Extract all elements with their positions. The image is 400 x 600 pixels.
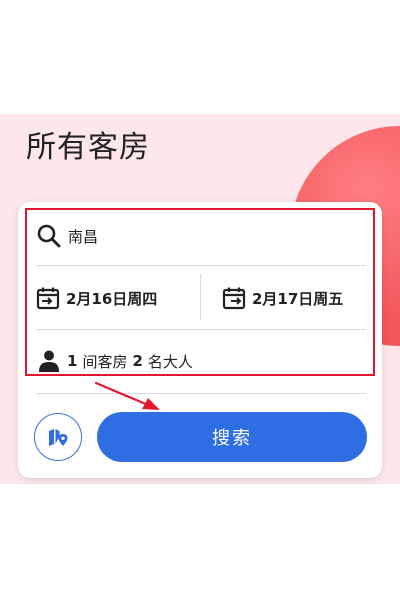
checkin-text: 2月16日周四 [66, 289, 158, 308]
guests-label: 名大人 [147, 352, 193, 371]
guests-row[interactable]: 1 间客房 2 名大人 [38, 346, 193, 376]
divider [36, 329, 366, 330]
checkin-date[interactable]: 2月16日周四 [36, 283, 157, 313]
map-pin-icon [47, 426, 69, 448]
rooms-label: 间客房 [82, 352, 128, 371]
destination-row[interactable]: 南昌 [36, 221, 98, 251]
search-icon [36, 223, 62, 249]
search-button[interactable]: 搜索 [97, 412, 367, 462]
calendar-in-icon [36, 286, 60, 310]
checkout-text: 2月17日周五 [252, 289, 344, 308]
guests-count: 2 [132, 352, 143, 370]
page-title: 所有客房 [26, 130, 150, 165]
checkout-date[interactable]: 2月17日周五 [222, 283, 343, 313]
rooms-count: 1 [67, 352, 78, 370]
vertical-divider [200, 274, 201, 320]
person-icon [38, 349, 60, 373]
calendar-out-icon [222, 286, 246, 310]
map-button[interactable] [34, 413, 82, 461]
destination-text: 南昌 [68, 227, 99, 246]
divider [36, 265, 366, 266]
divider [36, 393, 366, 394]
